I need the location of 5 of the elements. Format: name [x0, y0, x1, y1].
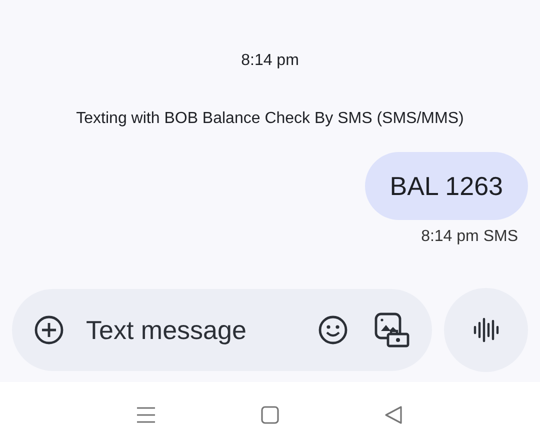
message-input[interactable]: Text message [80, 314, 302, 346]
message-status: 8:14 pm SMS [421, 228, 518, 246]
timestamp: 8:14 pm [241, 52, 299, 70]
conversation-info: Texting with BOB Balance Check By SMS (SMS/MMS) [76, 110, 464, 128]
message-bubble: BAL 1263 [364, 152, 528, 220]
